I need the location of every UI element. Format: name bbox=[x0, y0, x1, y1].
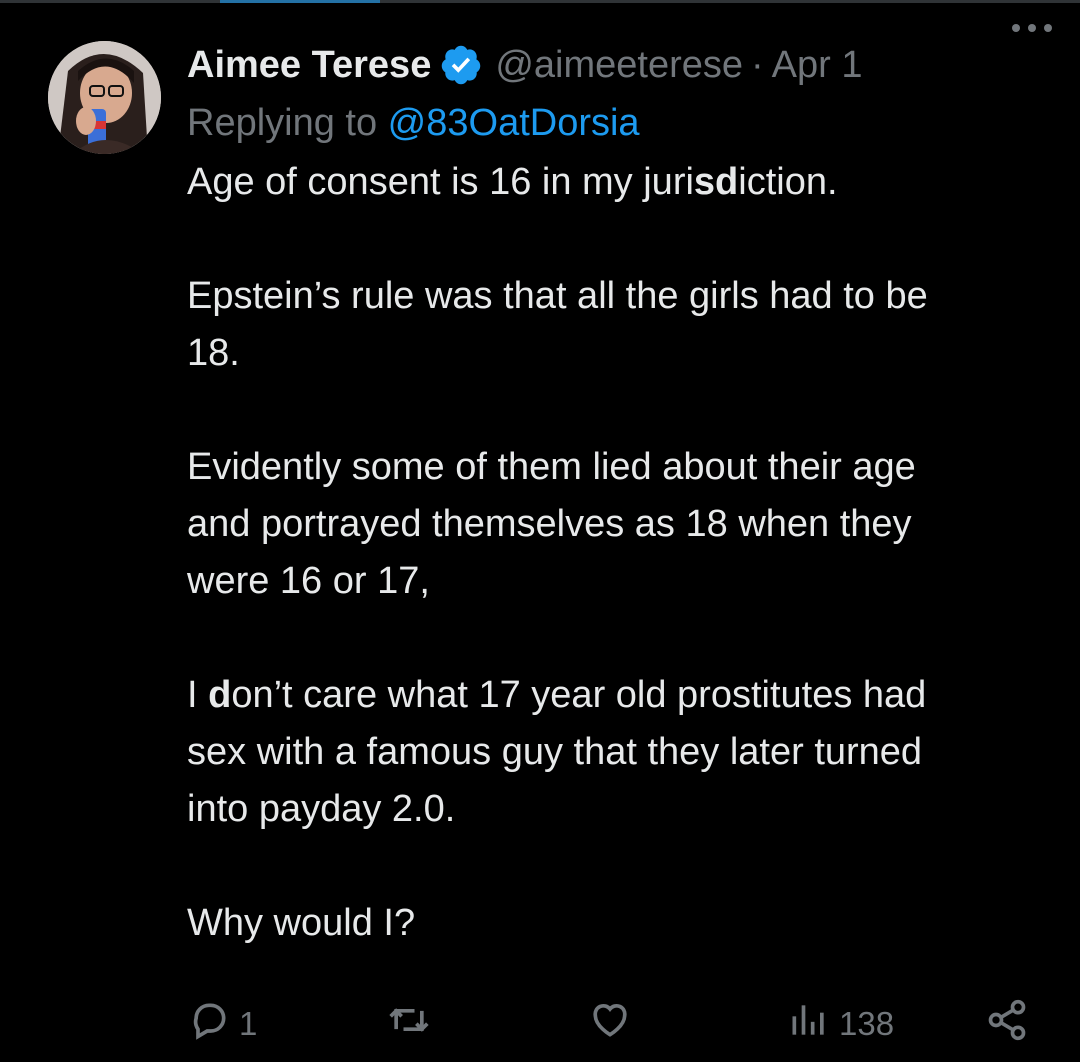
text-span: Age of consent is 16 in my juri bbox=[187, 161, 694, 203]
text-line: were 16 or 17, bbox=[187, 560, 430, 602]
text-span: on’t care what 17 year old prostitutes h… bbox=[231, 674, 927, 716]
reply-count: 1 bbox=[239, 1005, 258, 1042]
active-tab-indicator bbox=[220, 0, 380, 3]
tweet-text: Age of consent is 16 in my jurisdiction.… bbox=[187, 154, 1047, 952]
share-button[interactable] bbox=[985, 998, 1029, 1050]
tweet-date[interactable]: Apr 1 bbox=[772, 44, 863, 87]
text-line: into payday 2.0. bbox=[187, 788, 456, 830]
tweet: Aimee Terese @aimeeterese · Apr 1 Replyi… bbox=[187, 36, 1047, 952]
tweet-paragraph: Epstein’s rule was that all the girls ha… bbox=[187, 268, 1047, 382]
retweet-button[interactable] bbox=[385, 1000, 441, 1048]
views-chart-icon bbox=[787, 998, 831, 1050]
bold-text: sd bbox=[693, 161, 739, 203]
share-icon bbox=[985, 998, 1029, 1050]
text-line: and portrayed themselves as 18 when they bbox=[187, 503, 912, 545]
reply-button[interactable]: 1 bbox=[187, 1000, 257, 1048]
replying-to-label: Replying to bbox=[187, 102, 388, 144]
user-handle[interactable]: @aimeeterese bbox=[495, 44, 743, 87]
retweet-icon bbox=[385, 998, 433, 1050]
tweet-paragraph: Evidently some of them lied about their … bbox=[187, 439, 1047, 610]
text-span: I bbox=[187, 674, 209, 716]
top-divider bbox=[0, 0, 1080, 3]
text-line: sex with a famous guy that they later tu… bbox=[187, 731, 923, 773]
text-line: Why would I? bbox=[187, 902, 416, 944]
views-button[interactable]: 138 bbox=[787, 1000, 894, 1048]
tweet-paragraph: Age of consent is 16 in my jurisdiction. bbox=[187, 154, 1047, 211]
bold-text: d bbox=[208, 674, 232, 716]
replying-to: Replying to @83OatDorsia bbox=[187, 94, 1047, 152]
text-span: iction. bbox=[738, 161, 838, 203]
like-button[interactable] bbox=[587, 1000, 641, 1048]
tweet-actions: 1 138 bbox=[187, 998, 1037, 1050]
display-name[interactable]: Aimee Terese bbox=[187, 44, 431, 87]
text-line: Epstein’s rule was that all the girls ha… bbox=[187, 275, 928, 317]
view-count: 138 bbox=[839, 1005, 895, 1042]
replying-to-link[interactable]: @83OatDorsia bbox=[388, 102, 640, 144]
tweet-paragraph: Why would I? bbox=[187, 895, 1047, 952]
tweet-paragraph: I don’t care what 17 year old prostitute… bbox=[187, 667, 1047, 838]
reply-icon bbox=[187, 998, 231, 1050]
tweet-header: Aimee Terese @aimeeterese · Apr 1 bbox=[187, 36, 1047, 94]
text-line: Evidently some of them lied about their … bbox=[187, 446, 916, 488]
text-line: 18. bbox=[187, 332, 240, 374]
avatar[interactable] bbox=[48, 41, 161, 154]
heart-icon bbox=[587, 998, 633, 1050]
separator-dot: · bbox=[751, 43, 764, 86]
verified-badge-icon[interactable] bbox=[439, 43, 483, 87]
more-options-icon[interactable] bbox=[1008, 16, 1056, 40]
